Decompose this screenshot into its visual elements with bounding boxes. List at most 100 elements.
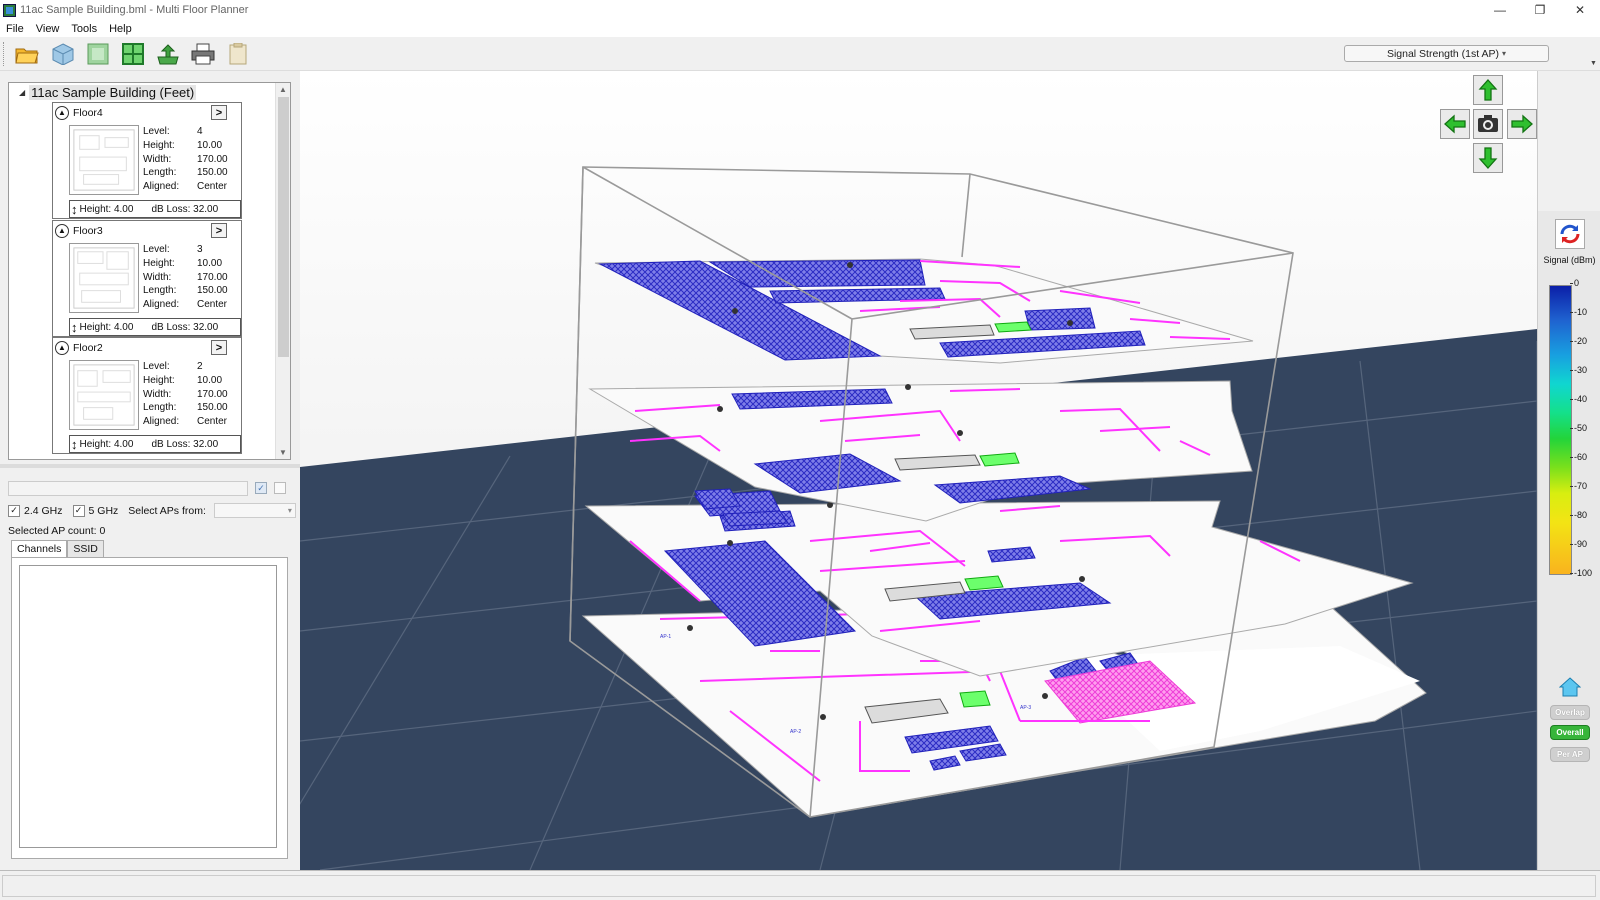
legend-tick: 0	[1569, 278, 1580, 288]
reset-camera-button[interactable]	[1473, 109, 1503, 139]
overlap-button[interactable]: Overlap	[1550, 705, 1590, 720]
floor-width: 170.00	[197, 388, 228, 400]
floor-card-floor4[interactable]: ▲ Floor4 > Level: 4 Height: 10.00 Width: 17…	[52, 102, 242, 219]
open-floor-button[interactable]: >	[211, 223, 227, 238]
app-icon	[3, 3, 16, 17]
legend-tick: -100	[1569, 568, 1593, 578]
grid-view-icon[interactable]	[119, 41, 147, 67]
tab-channels[interactable]: Channels	[11, 540, 68, 557]
signal-color-scale	[1549, 285, 1572, 575]
panel-splitter[interactable]	[0, 464, 300, 468]
building-name: 11ac Sample Building (Feet)	[29, 85, 197, 100]
menu-help[interactable]: Help	[103, 23, 138, 35]
refresh-button[interactable]	[1555, 219, 1585, 249]
prop-aligned-label: Aligned:	[143, 416, 180, 428]
per-ap-button[interactable]: Per AP	[1550, 747, 1590, 762]
cube-icon[interactable]	[49, 41, 77, 67]
title-bar: 11ac Sample Building.bml - Multi Floor P…	[0, 0, 1600, 20]
view-mode-select[interactable]: Signal Strength (1st AP) ▾	[1344, 45, 1549, 62]
pan-down-button[interactable]	[1473, 143, 1503, 173]
refresh-icon	[1560, 224, 1580, 244]
scroll-up-icon[interactable]: ▲	[279, 85, 287, 94]
pan-left-button[interactable]	[1440, 109, 1470, 139]
minimize-button[interactable]: —	[1480, 0, 1520, 20]
open-folder-icon[interactable]	[13, 41, 41, 67]
legend-tick: -40	[1569, 394, 1588, 404]
prop-height-label: Height:	[143, 374, 175, 386]
tree-scrollbar[interactable]: ▲ ▼	[275, 83, 290, 459]
status-text-area	[2, 875, 1596, 897]
building-3d-view[interactable]: AP-1 AP-2 AP-3	[300, 71, 1537, 870]
filter-option-checkbox[interactable]	[274, 482, 286, 494]
svg-text:AP-3: AP-3	[1020, 705, 1031, 711]
pan-up-button[interactable]	[1473, 75, 1503, 105]
band-5-label: 5 GHz	[88, 504, 119, 517]
expand-arrow-icon[interactable]: ◢	[19, 88, 25, 97]
band-24-label: 2.4 GHz	[24, 504, 63, 517]
3d-viewport[interactable]: AP-1 AP-2 AP-3	[300, 71, 1537, 870]
floor-height: 10.00	[197, 374, 223, 386]
floor-name: Floor4	[73, 106, 103, 119]
floor-aligned: Center	[197, 181, 228, 193]
close-button[interactable]: ✕	[1560, 0, 1600, 20]
vertical-resize-icon: ↕	[71, 319, 78, 335]
camera-icon	[1478, 115, 1498, 132]
floor-thumbnail	[69, 360, 139, 430]
clipboard-icon[interactable]	[224, 41, 252, 67]
floor-gap-bar[interactable]: ↕ Height: 4.00 dB Loss: 32.00	[69, 318, 241, 336]
floor-gap-bar[interactable]: ↕ Height: 4.00 dB Loss: 32.00	[69, 435, 241, 453]
print-icon[interactable]	[189, 41, 217, 67]
band-24-checkbox[interactable]: ✓	[8, 504, 20, 517]
floor-height: 10.00	[197, 139, 223, 151]
status-bar	[0, 870, 1600, 900]
tree-root[interactable]: ◢ 11ac Sample Building (Feet)	[19, 85, 197, 100]
green-square-icon[interactable]	[84, 41, 112, 67]
filter-apply-checkbox[interactable]: ✓	[255, 482, 267, 494]
legend-tick: -20	[1569, 336, 1588, 346]
floor-properties: Level: 4 Height: 10.00 Width: 170.00 Length…	[143, 125, 228, 194]
export-icon[interactable]	[154, 41, 182, 67]
scroll-thumb[interactable]	[278, 97, 289, 357]
arrow-down-icon	[1478, 147, 1498, 169]
db-loss: dB Loss: 32.00	[151, 321, 219, 333]
floor-card-floor2[interactable]: ▲ Floor2 > Level: 2 Height: 10.00 Width: 17…	[52, 337, 242, 454]
ap-source-select[interactable]: ▾	[213, 503, 296, 518]
collapse-icon[interactable]: ▲	[55, 105, 69, 120]
restore-button[interactable]: ❐	[1520, 0, 1560, 20]
floor-aligned: Center	[197, 299, 228, 311]
ap-filter-input[interactable]	[8, 481, 248, 496]
collapse-icon[interactable]: ▲	[55, 223, 69, 238]
arrow-up-icon	[1478, 79, 1498, 101]
signal-legend-panel: Signal (dBm) 0 -10 -20 -30 -40 -50 -60 -…	[1537, 71, 1600, 870]
menu-view[interactable]: View	[30, 23, 66, 35]
scroll-down-icon[interactable]: ▼	[279, 448, 287, 457]
collapse-icon[interactable]: ▲	[55, 340, 69, 355]
toolbar-overflow-icon[interactable]: ▼	[1590, 60, 1597, 67]
menu-file[interactable]: File	[0, 23, 30, 35]
ap-filter-panel: ✓ ✓ 2.4 GHz ✓ 5 GHz Select APs from: ▾ S…	[0, 470, 300, 862]
prop-level-label: Level:	[143, 244, 170, 255]
legend-tick: -60	[1569, 452, 1588, 462]
floor-card-floor3[interactable]: ▲ Floor3 > Level: 3 Height: 10.00 Width: 17…	[52, 220, 242, 337]
prop-width-label: Width:	[143, 153, 172, 165]
prop-level-label: Level:	[143, 126, 170, 137]
toolbar-grip[interactable]	[3, 42, 6, 66]
floor-gap-bar[interactable]: ↕ Height: 4.00 dB Loss: 32.00	[69, 200, 241, 218]
prop-width-label: Width:	[143, 388, 172, 400]
open-floor-button[interactable]: >	[211, 105, 227, 120]
overall-button[interactable]: Overall	[1550, 725, 1590, 740]
home-icon[interactable]	[1559, 677, 1581, 697]
tab-ssid[interactable]: SSID	[67, 540, 104, 557]
floor-thumbnail	[69, 125, 139, 195]
pan-right-button[interactable]	[1507, 109, 1537, 139]
db-loss: dB Loss: 32.00	[151, 203, 219, 215]
menu-tools[interactable]: Tools	[65, 23, 103, 35]
channel-list[interactable]	[19, 565, 277, 848]
floor-height: 10.00	[197, 257, 223, 269]
band-5-checkbox[interactable]: ✓	[72, 504, 85, 517]
gap-height: Height: 4.00	[79, 321, 134, 333]
legend-panel-header	[1538, 71, 1600, 211]
floor-width: 170.00	[197, 153, 228, 165]
floor-level: 4	[197, 126, 203, 137]
open-floor-button[interactable]: >	[211, 340, 227, 355]
